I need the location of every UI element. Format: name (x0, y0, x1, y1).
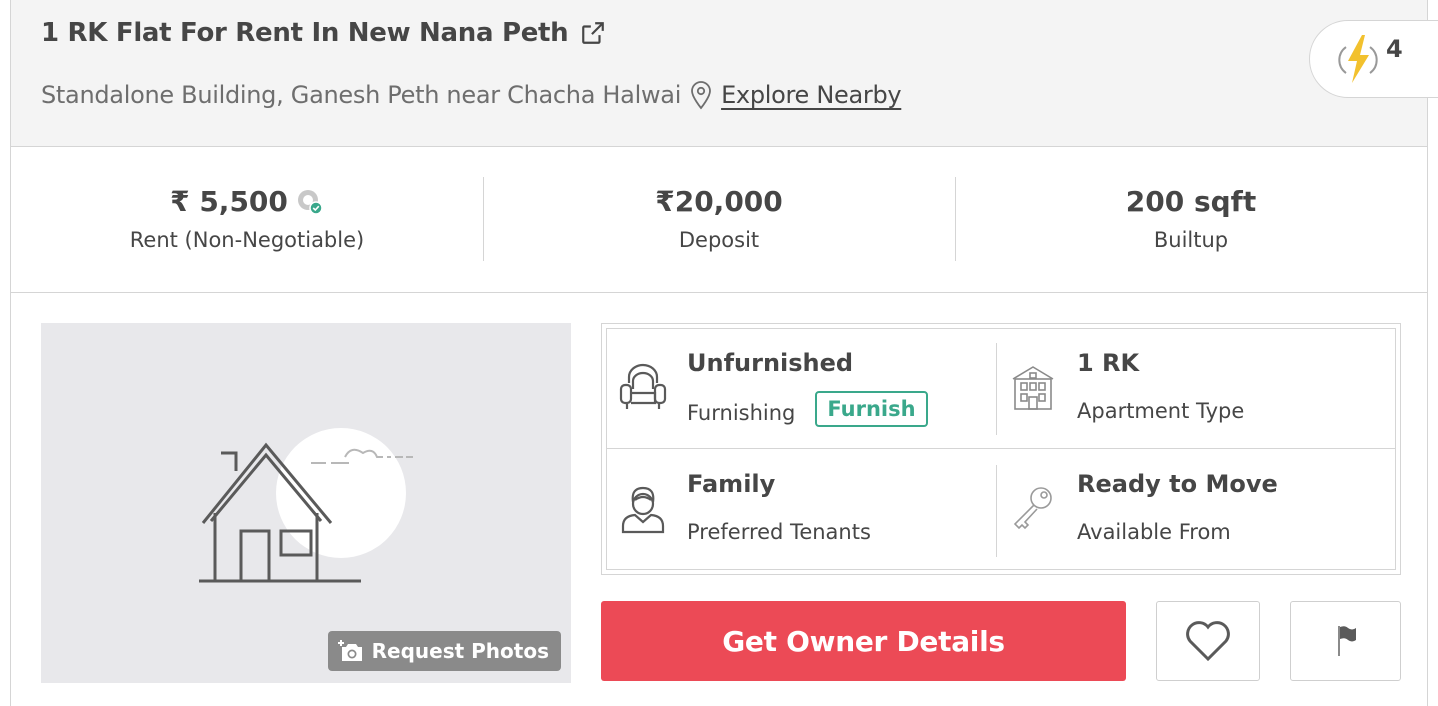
house-placeholder-illustration (199, 428, 413, 583)
apartment-type-value: 1 RK (1077, 349, 1140, 377)
availability-label: Available From (1077, 520, 1231, 544)
grid-divider-vertical-bottom (996, 465, 997, 557)
request-photos-label: Request Photos (371, 639, 549, 663)
request-photos-button[interactable]: Request Photos (327, 631, 561, 671)
stat-rent: ₹ 5,500 Rent (Non-Negotiable) (11, 147, 483, 292)
furnish-button[interactable]: Furnish (815, 391, 928, 427)
detail-furnishing: Unfurnished Furnishing Furnish (607, 329, 997, 450)
flag-icon (1337, 626, 1356, 656)
lightning-bolt-icon (1338, 35, 1378, 83)
address-text: Standalone Building, Ganesh Peth near Ch… (41, 81, 682, 109)
shortlist-button[interactable] (1156, 601, 1260, 681)
availability-value: Ready to Move (1077, 470, 1278, 498)
furnishing-label: Furnishing (687, 401, 796, 425)
sofa-icon (619, 363, 667, 409)
verified-badge-icon (297, 189, 323, 215)
boost-count: 4 (1386, 35, 1403, 63)
building-icon (1012, 366, 1054, 410)
property-card: 1 RK Flat For Rent In New Nana Peth Stan… (10, 0, 1438, 706)
listing-header: 1 RK Flat For Rent In New Nana Peth Stan… (11, 0, 1438, 147)
tenants-value: Family (687, 470, 776, 498)
listing-title[interactable]: 1 RK Flat For Rent In New Nana Peth (41, 18, 606, 48)
photo-placeholder: Request Photos (41, 323, 571, 683)
heart-icon (1186, 621, 1230, 662)
furnishing-value: Unfurnished (687, 349, 854, 377)
grid-divider-horizontal (607, 448, 1395, 449)
deposit-label: Deposit (678, 228, 760, 252)
key-icon (1013, 487, 1052, 530)
rent-label: Rent (Non-Negotiable) (129, 228, 365, 252)
detail-preferred-tenants: Family Preferred Tenants (607, 450, 997, 571)
rent-value: ₹ 5,500 (170, 185, 288, 218)
deposit-value: ₹20,000 (655, 185, 783, 218)
builtup-label: Builtup (1153, 228, 1229, 252)
detail-apartment-type: 1 RK Apartment Type (997, 329, 1387, 450)
report-button[interactable] (1290, 601, 1401, 681)
explore-nearby-link[interactable]: Explore Nearby (721, 81, 902, 109)
boost-badge[interactable]: 4 (1309, 20, 1438, 98)
location-pin-icon (691, 81, 711, 110)
builtup-value: 200 sqft (1125, 185, 1257, 218)
price-stats-row: ₹ 5,500 Rent (Non-Negotiable) ₹20,000 De… (11, 147, 1427, 293)
camera-plus-icon (337, 640, 362, 661)
stat-builtup: 200 sqft Builtup (955, 147, 1427, 292)
stat-deposit: ₹20,000 Deposit (483, 147, 955, 292)
person-icon (621, 486, 665, 534)
tenants-label: Preferred Tenants (687, 520, 871, 544)
get-owner-details-button[interactable]: Get Owner Details (601, 601, 1126, 681)
detail-available-from: Ready to Move Available From (997, 450, 1387, 571)
apartment-type-label: Apartment Type (1077, 399, 1245, 423)
property-details-grid: Unfurnished Furnishing Furnish 1 RK Apar… (601, 323, 1401, 575)
grid-divider-vertical-top (996, 343, 997, 435)
external-link-icon[interactable] (580, 20, 606, 46)
listing-address: Standalone Building, Ganesh Peth near Ch… (41, 80, 902, 110)
listing-title-text[interactable]: 1 RK Flat For Rent In New Nana Peth (41, 18, 569, 48)
